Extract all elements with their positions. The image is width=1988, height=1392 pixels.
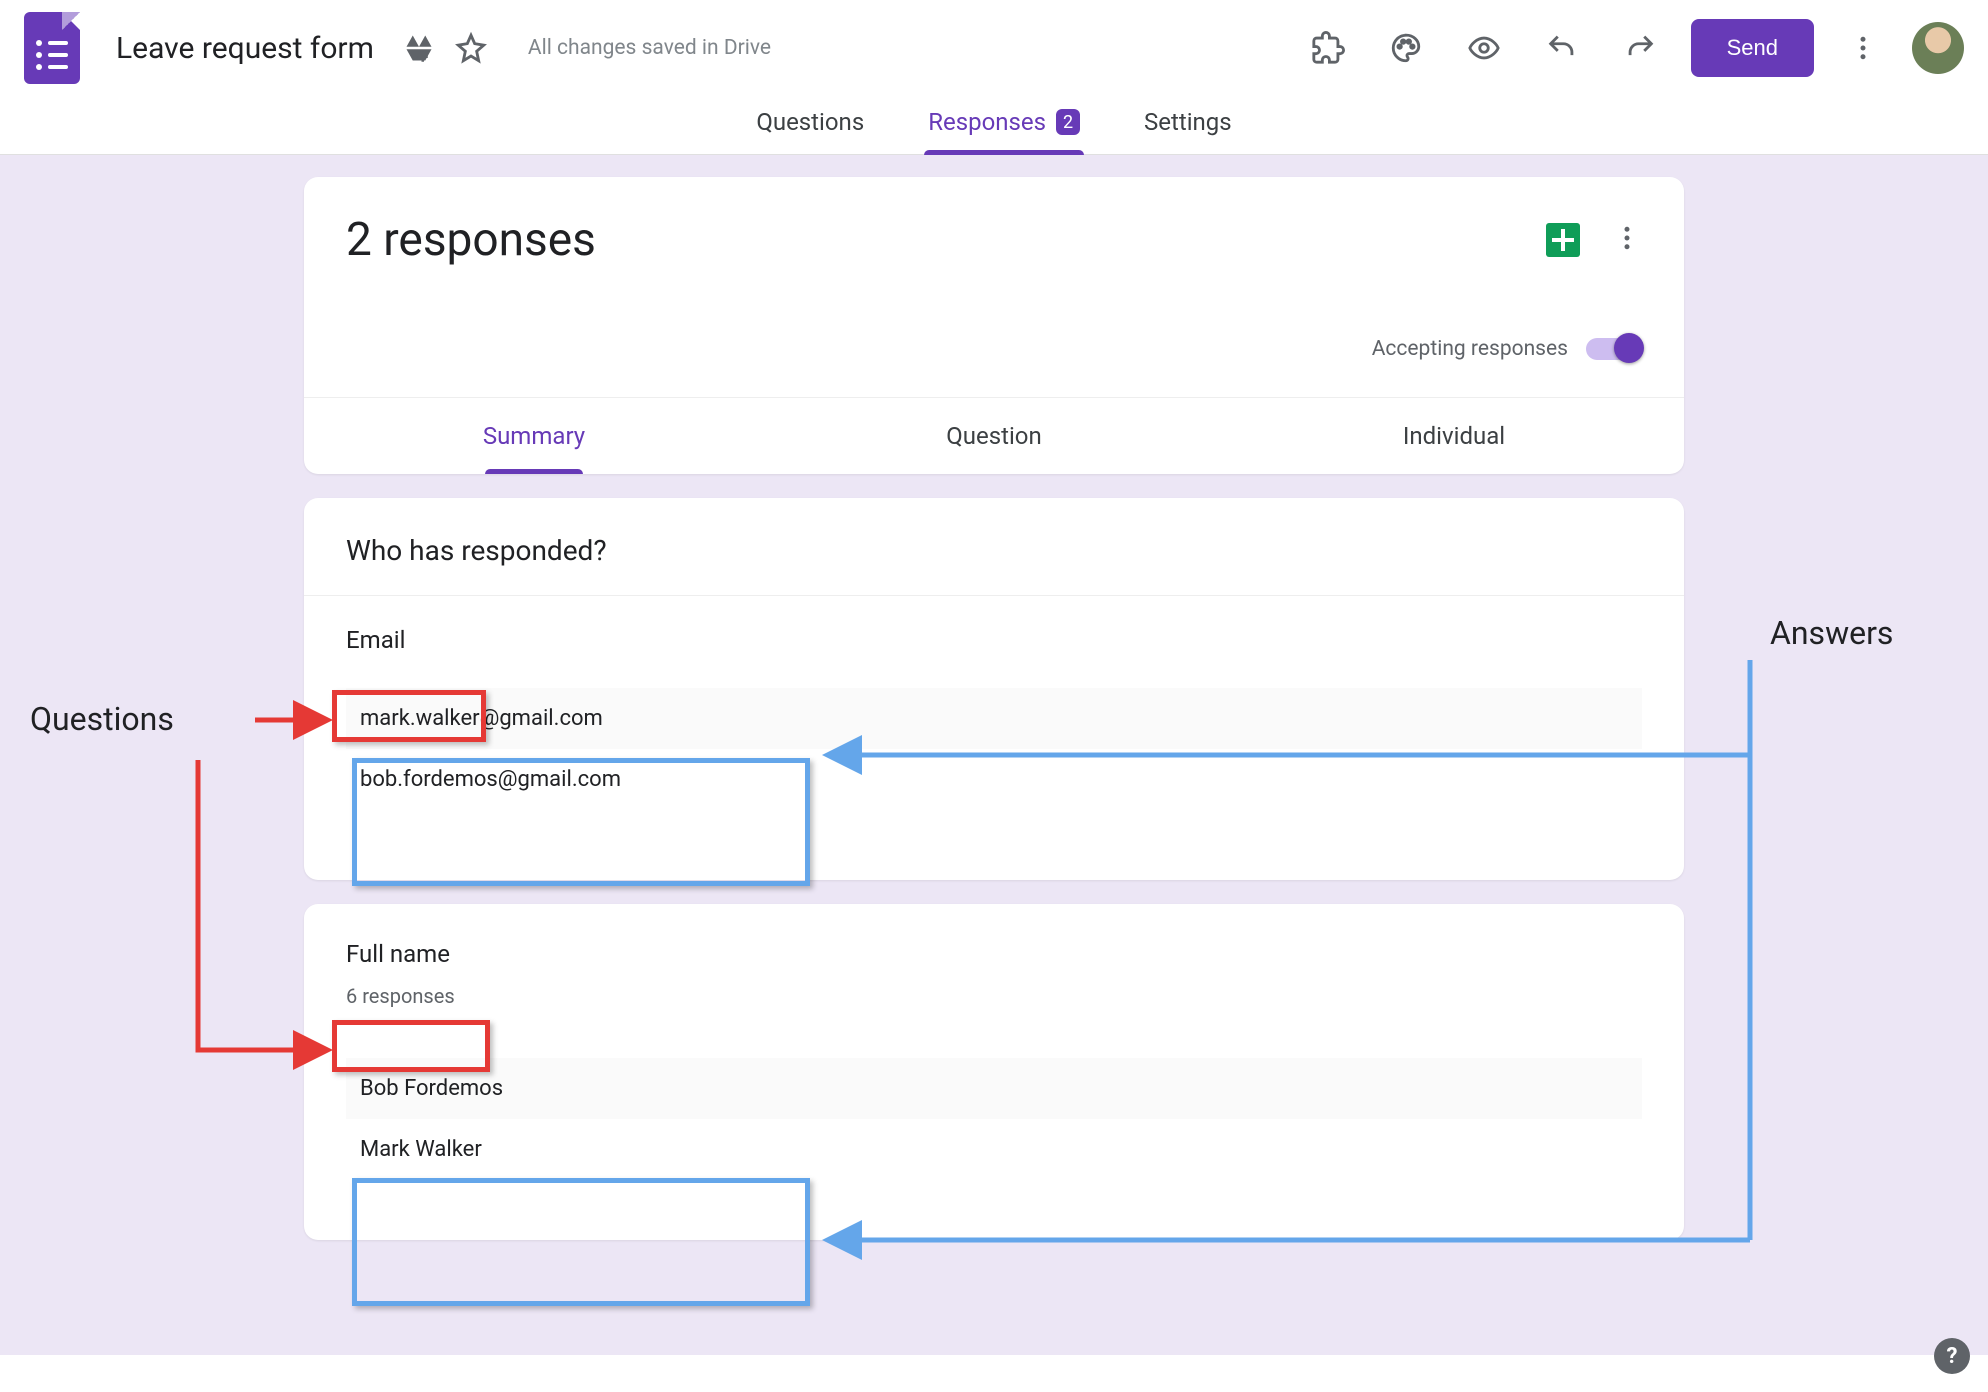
annotation-blue-box [352,758,810,886]
more-menu-icon[interactable] [1838,23,1888,73]
send-button[interactable]: Send [1691,19,1814,77]
undo-icon[interactable] [1535,21,1589,75]
move-to-drive-icon[interactable] [394,23,444,73]
who-responded-title: Who has responded? [346,534,1642,567]
responses-heading: 2 responses [346,213,1546,267]
preview-icon[interactable] [1457,21,1511,75]
tab-responses-label: Responses [928,108,1046,136]
tab-responses[interactable]: Responses 2 [924,96,1084,154]
redo-icon[interactable] [1613,21,1667,75]
sheets-icon[interactable] [1546,223,1580,257]
theme-icon[interactable] [1379,21,1433,75]
forms-logo[interactable] [24,12,80,84]
accepting-responses-toggle[interactable] [1586,338,1642,360]
annotation-red-box [332,1020,490,1072]
star-icon[interactable] [444,21,498,75]
responses-card: 2 responses Accepting responses Summary … [304,177,1684,474]
answer-row: Bob Fordemos [346,1058,1642,1119]
document-title[interactable]: Leave request form [116,31,374,66]
responses-badge: 2 [1056,109,1080,135]
question-label-email: Email [346,626,405,654]
user-avatar[interactable] [1912,22,1964,74]
question-label-fullname: Full name [346,940,450,968]
tab-settings[interactable]: Settings [1140,96,1236,154]
annotation-blue-box [352,1178,810,1306]
subtab-question[interactable]: Question [764,398,1224,474]
save-status: All changes saved in Drive [528,36,771,60]
subtab-individual[interactable]: Individual [1224,398,1684,474]
responses-more-icon[interactable] [1612,223,1642,257]
accepting-responses-label: Accepting responses [1372,337,1568,361]
fullname-count: 6 responses [346,984,1642,1008]
help-button[interactable]: ? [1934,1338,1970,1374]
annotation-red-box [332,690,486,742]
answer-row: Mark Walker [346,1119,1642,1180]
subtab-summary[interactable]: Summary [304,398,764,474]
addons-icon[interactable] [1301,21,1355,75]
answer-row: mark.walker@gmail.com [346,688,1642,749]
tab-questions[interactable]: Questions [752,96,868,154]
